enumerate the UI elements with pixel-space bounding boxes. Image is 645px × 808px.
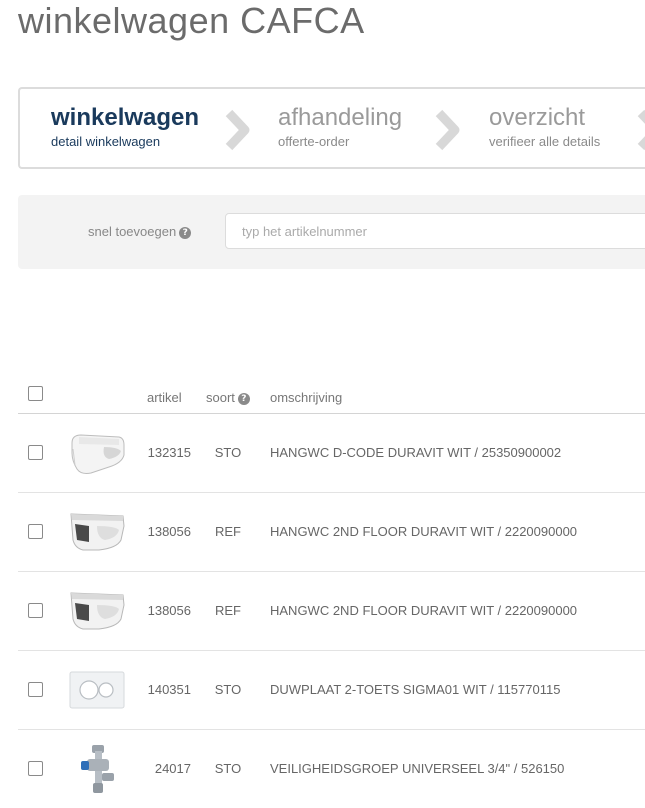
table-header: artikel soort? omschrijving [18,378,645,414]
step-title: afhandeling [278,104,403,131]
row-checkbox[interactable] [28,761,43,776]
step-title: overzicht [489,104,586,131]
cell-artikel[interactable]: 24017 [136,761,191,776]
table-row: 132315 STO HANGWC D-CODE DURAVIT WIT / 2… [18,413,645,493]
table-row: 24017 STO VEILIGHEIDSGROEP UNIVERSEEL 3/… [18,729,645,808]
cell-artikel[interactable]: 138056 [136,524,191,539]
col-omschrijving[interactable]: omschrijving [270,390,342,405]
select-all-checkbox[interactable] [28,386,43,401]
quick-add-panel: snel toevoegen? [18,195,645,269]
flush-plate-thumbnail[interactable] [69,662,125,718]
cell-artikel[interactable]: 140351 [136,682,191,697]
cell-soort: REF [215,603,241,618]
step-subtitle: verifieer alle details [489,134,601,149]
col-soort: soort? [206,390,250,405]
cell-soort: STO [214,682,242,697]
toilet-dcode-thumbnail[interactable] [69,425,125,481]
step-subtitle: offerte-order [278,134,350,149]
step-subtitle: detail winkelwagen [51,134,161,149]
safety-valve-thumbnail[interactable] [69,741,125,797]
quick-add-label-wrap: snel toevoegen? [88,224,192,239]
chevron-right-icon [225,109,250,151]
cell-soort: STO [214,761,242,776]
cell-omschrijving[interactable]: DUWPLAAT 2-TOETS SIGMA01 WIT / 115770115 [270,682,560,697]
chevron-right-icon [637,109,645,151]
cell-artikel[interactable]: 132315 [136,445,191,460]
row-checkbox[interactable] [28,682,43,697]
page-title: winkelwagen CAFCA [18,0,365,41]
cell-omschrijving[interactable]: HANGWC D-CODE DURAVIT WIT / 25350900002 [270,445,561,460]
quick-add-label: snel toevoegen [88,224,177,239]
toilet-2ndfloor-thumbnail[interactable] [69,504,125,560]
article-number-input[interactable] [225,213,645,249]
step-overzicht[interactable]: overzicht verifieer alle details [489,103,600,151]
row-checkbox[interactable] [28,524,43,539]
table-row: 138056 REF HANGWC 2ND FLOOR DURAVIT WIT … [18,571,645,651]
row-checkbox[interactable] [28,603,43,618]
cell-artikel[interactable]: 138056 [136,603,191,618]
cell-omschrijving[interactable]: HANGWC 2ND FLOOR DURAVIT WIT / 222009000… [270,603,577,618]
chevron-right-icon [435,109,460,151]
step-winkelwagen[interactable]: winkelwagen detail winkelwagen [51,103,199,151]
help-icon[interactable]: ? [237,392,250,405]
checkout-steps: winkelwagen detail winkelwagen afhandeli… [18,87,645,169]
help-icon[interactable]: ? [179,226,192,239]
table-row: 140351 STO DUWPLAAT 2-TOETS SIGMA01 WIT … [18,650,645,730]
table-row: 138056 REF HANGWC 2ND FLOOR DURAVIT WIT … [18,492,645,572]
cell-omschrijving[interactable]: HANGWC 2ND FLOOR DURAVIT WIT / 222009000… [270,524,577,539]
col-soort-label[interactable]: soort [206,390,235,405]
row-checkbox[interactable] [28,445,43,460]
step-title: winkelwagen [51,104,200,131]
cell-soort: STO [214,445,242,460]
col-artikel[interactable]: artikel [147,390,182,405]
cell-soort: REF [215,524,241,539]
cell-omschrijving[interactable]: VEILIGHEIDSGROEP UNIVERSEEL 3/4" / 52615… [270,761,564,776]
step-afhandeling[interactable]: afhandeling offerte-order [278,103,402,151]
toilet-2ndfloor-thumbnail[interactable] [69,583,125,639]
